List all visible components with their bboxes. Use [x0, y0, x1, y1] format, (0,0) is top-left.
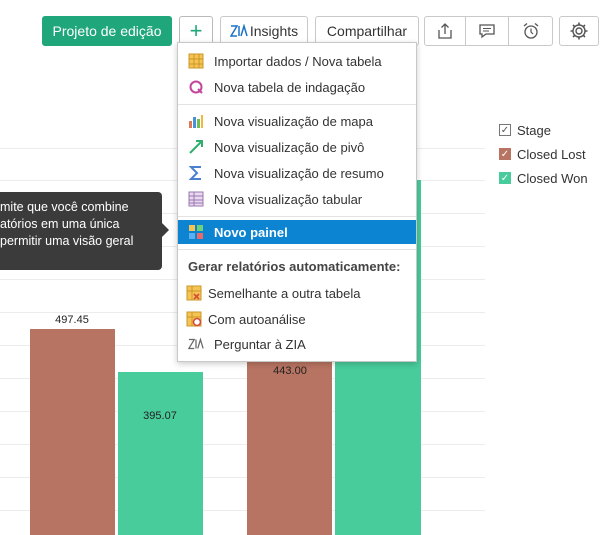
data-label: 497.45: [55, 314, 89, 326]
bar-chart-icon: [188, 113, 204, 129]
bar-closed-lost-1[interactable]: [30, 329, 115, 535]
legend-title: Stage: [517, 122, 551, 138]
alarm-clock-icon: [523, 23, 538, 39]
edit-project-button[interactable]: Projeto de edição: [42, 16, 172, 46]
menu-item-label: Com autoanálise: [208, 311, 306, 327]
comment-button[interactable]: [465, 16, 509, 46]
menu-item-label: Nova visualização de pivô: [214, 139, 365, 155]
tooltip: mite que você combine atórios em uma úni…: [0, 192, 162, 270]
tooltip-line: mite que você combine: [0, 200, 129, 214]
menu-item-label: Perguntar à ZIA: [214, 336, 306, 352]
menu-item-similar-table[interactable]: Semelhante a outra tabela: [178, 281, 416, 305]
menu-item-pivot-view[interactable]: Nova visualização de pivô: [178, 135, 416, 159]
create-menu: Importar dados / Nova tabela Nova tabela…: [177, 42, 417, 362]
export-button[interactable]: [424, 16, 466, 46]
menu-item-query-table[interactable]: Nova tabela de indagação: [178, 75, 416, 99]
menu-item-auto-analysis[interactable]: Com autoanálise: [178, 307, 416, 331]
menu-item-label: Nova visualização de mapa: [214, 113, 373, 129]
similar-table-icon: [186, 285, 202, 301]
zia-icon: [229, 24, 248, 37]
legend-label: Closed Lost: [517, 146, 586, 162]
comment-icon: [479, 24, 495, 39]
query-icon: [188, 79, 204, 95]
edit-project-label: Projeto de edição: [52, 23, 162, 39]
legend-item-closed-won[interactable]: ✓ Closed Won: [499, 166, 588, 190]
tooltip-arrow: [162, 223, 169, 237]
menu-item-label: Nova visualização de resumo: [214, 165, 384, 181]
menu-item-import-data[interactable]: Importar dados / Nova tabela: [178, 49, 416, 73]
gear-icon: [570, 22, 588, 40]
zia-icon: [188, 336, 204, 352]
data-label: 443.00: [273, 365, 307, 377]
auto-analysis-icon: [186, 311, 202, 327]
legend-title-row[interactable]: ✓ Stage: [499, 118, 588, 142]
tooltip-line: permitir uma visão geral: [0, 234, 134, 248]
share-label: Compartilhar: [326, 23, 408, 39]
menu-item-chart-view[interactable]: Nova visualização de mapa: [178, 109, 416, 133]
menu-item-summary-view[interactable]: Nova visualização de resumo: [178, 161, 416, 185]
menu-separator: [178, 249, 416, 250]
settings-button[interactable]: [559, 16, 599, 46]
menu-item-label: Importar dados / Nova tabela: [214, 53, 382, 69]
menu-separator: [178, 216, 416, 217]
alarm-button[interactable]: [508, 16, 553, 46]
chart-legend: ✓ Stage ✓ Closed Lost ✓ Closed Won: [499, 118, 588, 190]
menu-item-label: Nova visualização tabular: [214, 191, 363, 207]
auto-reports-heading: Gerar relatórios automaticamente:: [188, 259, 401, 274]
data-label: 395.07: [143, 410, 177, 422]
menu-separator: [178, 104, 416, 105]
legend-item-closed-lost[interactable]: ✓ Closed Lost: [499, 142, 588, 166]
bar-closed-lost-2[interactable]: [247, 351, 332, 535]
menu-item-label: Novo painel: [214, 224, 288, 240]
menu-item-label: Semelhante a outra tabela: [208, 285, 361, 301]
dashboard-icon: [188, 224, 204, 240]
menu-item-label: Nova tabela de indagação: [214, 79, 366, 95]
checkbox-icon: ✓: [499, 124, 511, 136]
sigma-icon: [188, 165, 204, 181]
checkbox-icon: ✓: [499, 148, 511, 160]
export-icon: [438, 23, 452, 39]
menu-item-tabular-view[interactable]: Nova visualização tabular: [178, 187, 416, 211]
plus-icon: +: [189, 18, 203, 43]
menu-item-new-dashboard[interactable]: Novo painel: [178, 220, 416, 244]
table-grid-icon: [188, 53, 204, 69]
pivot-arrow-icon: [188, 139, 204, 155]
tooltip-line: atórios em uma única: [0, 217, 120, 231]
tabular-icon: [188, 191, 204, 207]
checkbox-icon: ✓: [499, 172, 511, 184]
legend-label: Closed Won: [517, 170, 588, 186]
bar-closed-won-1[interactable]: [118, 371, 203, 535]
insights-label: Insights: [249, 23, 299, 39]
menu-item-ask-zia[interactable]: Perguntar à ZIA: [178, 332, 416, 356]
